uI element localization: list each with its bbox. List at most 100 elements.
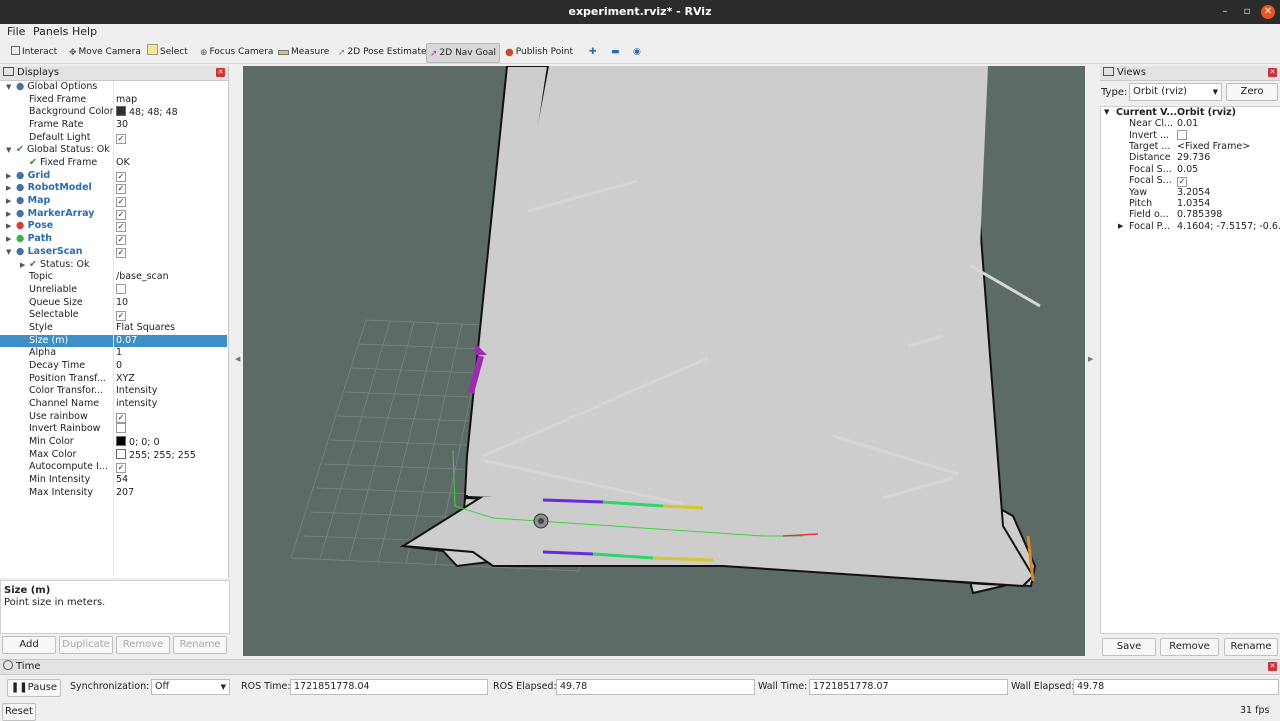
remove-display-button[interactable]: Remove	[116, 636, 170, 654]
view-property-value[interactable]: 4.1604; -7.5157; -0.6...	[1177, 221, 1280, 232]
tool-move-camera[interactable]: ✥ Move Camera	[66, 43, 144, 61]
view-property-value[interactable]: 1.0354	[1177, 198, 1210, 209]
wall-elapsed-field[interactable]: 49.78	[1073, 679, 1279, 695]
view-property-value[interactable]: 0.05	[1177, 164, 1198, 175]
expand-arrow-icon[interactable]: ▶	[6, 208, 11, 221]
display-row-value[interactable]: ✓	[116, 233, 126, 246]
display-row-value[interactable]: 10	[116, 297, 128, 310]
minimize-button[interactable]: –	[1218, 5, 1232, 19]
display-row-value[interactable]: 1	[116, 347, 122, 360]
wall-time-field[interactable]: 1721851778.07	[809, 679, 1008, 695]
tool-focus-camera[interactable]: ⊕ Focus Camera	[197, 43, 276, 61]
display-row-value[interactable]: 30	[116, 119, 128, 132]
display-row-value[interactable]: 255; 255; 255	[116, 448, 196, 463]
display-row-value[interactable]: 0.07	[116, 335, 137, 348]
view-property-row[interactable]: ▶ Focal P... 4.1604; -7.5157; -0.6...	[1101, 221, 1280, 232]
collapse-arrow-icon[interactable]: ▼	[6, 81, 11, 94]
expand-arrow-icon[interactable]: ▶	[20, 259, 25, 272]
checkbox[interactable]: ✓	[116, 171, 126, 182]
right-splitter-handle[interactable]: ▶	[1088, 355, 1093, 363]
duplicate-button[interactable]: Duplicate	[59, 636, 113, 654]
ros-elapsed-field[interactable]: 49.78	[556, 679, 755, 695]
rename-display-button[interactable]: Rename	[173, 636, 227, 654]
checkbox[interactable]: ✓	[116, 184, 126, 195]
maximize-button[interactable]: ▫	[1240, 5, 1254, 19]
zero-button[interactable]: Zero	[1226, 83, 1278, 101]
checkbox[interactable]	[1177, 129, 1187, 140]
collapse-arrow-icon[interactable]: ▼	[6, 144, 11, 157]
expand-arrow-icon[interactable]: ▶	[6, 233, 11, 246]
checkbox[interactable]: ✓	[116, 209, 126, 220]
view-property-row[interactable]: Target ... <Fixed Frame>	[1101, 141, 1280, 152]
display-row-value[interactable]: ✓	[116, 411, 126, 424]
display-row-value[interactable]: ✓	[116, 208, 126, 221]
expand-arrow-icon[interactable]: ▶	[6, 195, 11, 208]
display-row-value[interactable]: 54	[116, 474, 128, 487]
expand-arrow-icon[interactable]: ▶	[6, 182, 11, 195]
add-tool-button[interactable]: ✚	[586, 43, 600, 61]
remove-view-button[interactable]: Remove	[1160, 638, 1219, 656]
checkbox[interactable]: ✓	[116, 197, 126, 208]
checkbox[interactable]	[116, 283, 126, 294]
save-view-button[interactable]: Save	[1102, 638, 1156, 656]
display-row-value[interactable]: ✓	[116, 220, 126, 233]
menu-panels[interactable]: Panels	[33, 25, 68, 38]
menu-help[interactable]: Help	[72, 25, 97, 38]
display-row-value[interactable]: 48; 48; 48	[116, 106, 178, 120]
tool-2d-nav-goal[interactable]: ➚ 2D Nav Goal	[426, 43, 500, 63]
collapse-arrow-icon[interactable]: ▼	[6, 246, 11, 259]
display-row-value[interactable]: ✓	[116, 195, 126, 208]
view-property-value[interactable]: 0.01	[1177, 118, 1198, 129]
display-row-value[interactable]	[116, 423, 126, 437]
display-row-value[interactable]: map	[116, 94, 137, 107]
current-view-row[interactable]: ▼ Current V... Orbit (rviz)	[1101, 107, 1280, 118]
pause-button[interactable]: ❚❚Pause	[7, 679, 61, 697]
checkbox[interactable]: ✓	[116, 463, 126, 474]
view-property-row[interactable]: Field o... 0.785398	[1101, 209, 1280, 220]
expand-arrow-icon[interactable]: ▶	[6, 220, 11, 233]
checkbox[interactable]: ✓	[116, 222, 126, 233]
view-property-row[interactable]: Yaw 3.2054	[1101, 187, 1280, 198]
views-type-select[interactable]: Orbit (rviz) ▼	[1129, 83, 1222, 101]
view-property-row[interactable]: Focal S... 0.05	[1101, 164, 1280, 175]
view-property-row[interactable]: Pitch 1.0354	[1101, 198, 1280, 209]
display-row-value[interactable]: Flat Squares	[116, 322, 175, 335]
display-row-value[interactable]: ✓	[116, 461, 126, 474]
display-row-value[interactable]: 207	[116, 487, 134, 500]
reset-button[interactable]: Reset	[2, 703, 36, 721]
close-icon[interactable]: ✕	[1268, 662, 1277, 671]
menu-file[interactable]: File	[7, 25, 25, 38]
checkbox[interactable]: ✓	[116, 311, 126, 322]
3d-viewport[interactable]	[243, 66, 1085, 656]
view-property-value[interactable]: ✓	[1177, 175, 1187, 188]
display-row-value[interactable]: ✓	[116, 182, 126, 195]
view-property-row[interactable]: Invert ...	[1101, 129, 1280, 141]
close-button[interactable]: ✕	[1261, 5, 1275, 19]
display-row-value[interactable]: ✓	[116, 309, 126, 322]
expand-arrow-icon[interactable]: ▶	[1118, 221, 1123, 232]
remove-tool-button[interactable]: ▬	[608, 43, 623, 61]
display-row-value[interactable]: OK	[116, 157, 130, 170]
tool-measure[interactable]: Measure	[275, 43, 332, 61]
display-row-value[interactable]: Intensity	[116, 385, 157, 398]
tool-interact[interactable]: Interact	[8, 43, 60, 61]
add-button[interactable]: Add	[2, 636, 56, 654]
expand-arrow-icon[interactable]: ▶	[6, 170, 11, 183]
left-splitter-handle[interactable]: ◀	[235, 355, 240, 363]
display-row-value[interactable]: /base_scan	[116, 271, 169, 284]
display-row-value[interactable]	[116, 283, 126, 298]
checkbox[interactable]: ✓	[116, 412, 126, 423]
checkbox[interactable]: ✓	[116, 235, 126, 246]
checkbox[interactable]	[116, 423, 126, 434]
view-property-row[interactable]: Focal S... ✓	[1101, 175, 1280, 188]
view-property-value[interactable]: 3.2054	[1177, 187, 1210, 198]
tool-2d-pose-estimate[interactable]: ➚ 2D Pose Estimate	[335, 43, 430, 61]
close-icon[interactable]: ✕	[1268, 68, 1277, 77]
display-row-value[interactable]: 0	[116, 360, 122, 373]
display-row-value[interactable]: ✓	[116, 170, 126, 183]
rename-view-button[interactable]: Rename	[1224, 638, 1278, 656]
sync-select[interactable]: Off ▼	[151, 679, 230, 695]
view-property-value[interactable]: 29.736	[1177, 152, 1210, 163]
checkbox[interactable]: ✓	[116, 247, 126, 258]
tool-select[interactable]: Select	[144, 43, 191, 61]
